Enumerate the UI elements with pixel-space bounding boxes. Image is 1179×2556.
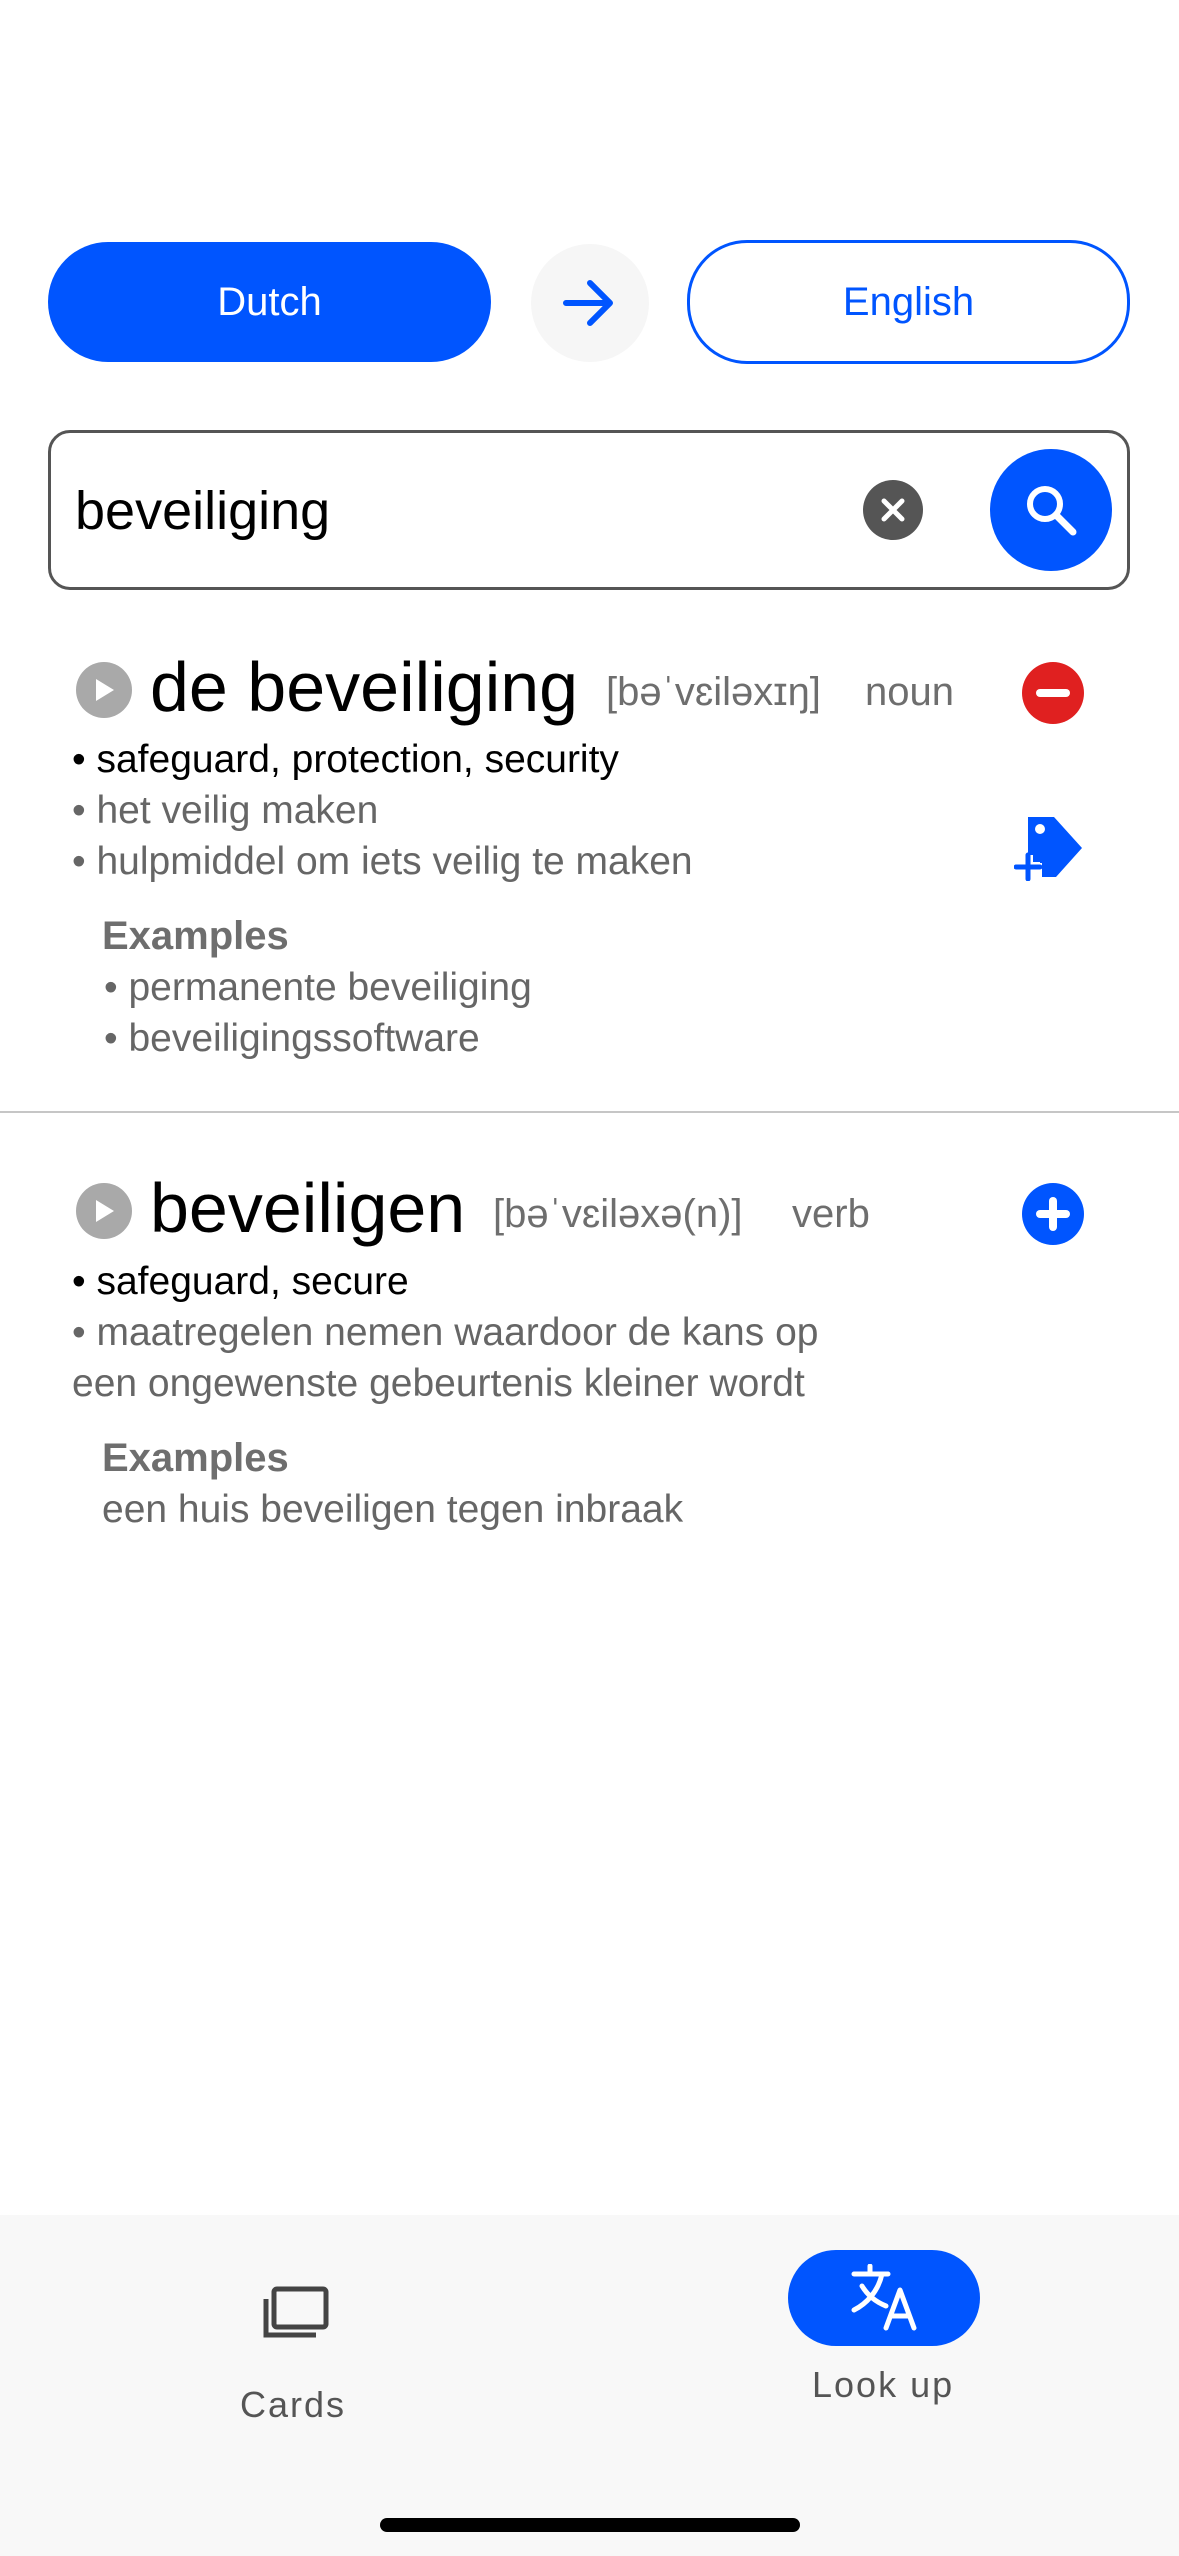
play-pronunciation-button[interactable]: [76, 1183, 132, 1239]
tab-lookup-label: Look up: [812, 2364, 955, 2405]
source-language-button[interactable]: Dutch: [48, 242, 491, 362]
part-of-speech: verb: [792, 1192, 870, 1236]
tab-lookup[interactable]: [788, 2250, 980, 2346]
headword: beveiligen: [150, 1169, 466, 1247]
play-pronunciation-button[interactable]: [76, 662, 132, 718]
definition-line: • hulpmiddel om iets veilig te maken: [72, 840, 693, 883]
pronunciation: [bəˈvɛiləxə(n)]: [493, 1192, 743, 1236]
examples-heading: Examples: [102, 914, 289, 958]
play-icon: [96, 679, 114, 701]
tab-cards-label: Cards: [240, 2384, 347, 2425]
tag-plus-icon: [1013, 817, 1082, 882]
part-of-speech: noun: [865, 670, 954, 714]
search-button[interactable]: [990, 449, 1112, 571]
cards-icon: [263, 2286, 329, 2338]
translate-icon: [851, 2264, 917, 2331]
definition-line: • maatregelen nemen waardoor de kans op: [72, 1311, 819, 1354]
target-language-label: English: [842, 279, 975, 324]
headword: de beveiliging: [150, 648, 579, 726]
swap-direction-button[interactable]: [531, 244, 649, 362]
tab-cards[interactable]: Cards: [180, 2235, 410, 2435]
plus-icon: [1036, 1197, 1070, 1231]
source-language-label: Dutch: [217, 279, 322, 324]
translation-line: • safeguard, protection, security: [72, 738, 619, 781]
bottom-navigation: Cards Look up: [0, 2215, 1179, 2556]
add-card-button[interactable]: [1022, 1183, 1084, 1245]
example-item: een huis beveiligen tegen inbraak: [102, 1488, 684, 1531]
search-input[interactable]: [75, 463, 855, 559]
home-indicator: [380, 2518, 800, 2532]
example-item: • beveiligingssoftware: [104, 1017, 480, 1060]
remove-card-button[interactable]: [1022, 662, 1084, 724]
arrow-right-icon: [563, 280, 613, 326]
example-item: • permanente beveiliging: [104, 966, 532, 1009]
target-language-button[interactable]: English: [687, 240, 1130, 364]
examples-heading: Examples: [102, 1436, 289, 1480]
translation-line: • safeguard, secure: [72, 1260, 409, 1303]
definition-line: • het veilig maken: [72, 789, 379, 832]
search-box: [48, 430, 1130, 590]
clear-search-button[interactable]: [863, 480, 923, 540]
definition-line: een ongewenste gebeurtenis kleiner wordt: [72, 1362, 805, 1405]
search-icon: [1027, 486, 1077, 536]
entry-divider: [0, 1111, 1179, 1113]
close-icon: [881, 498, 905, 522]
pronunciation: [bəˈvɛiləxɪŋ]: [606, 670, 821, 714]
play-icon: [96, 1200, 114, 1222]
minus-icon: [1036, 689, 1070, 697]
add-tag-button[interactable]: [1013, 815, 1084, 886]
